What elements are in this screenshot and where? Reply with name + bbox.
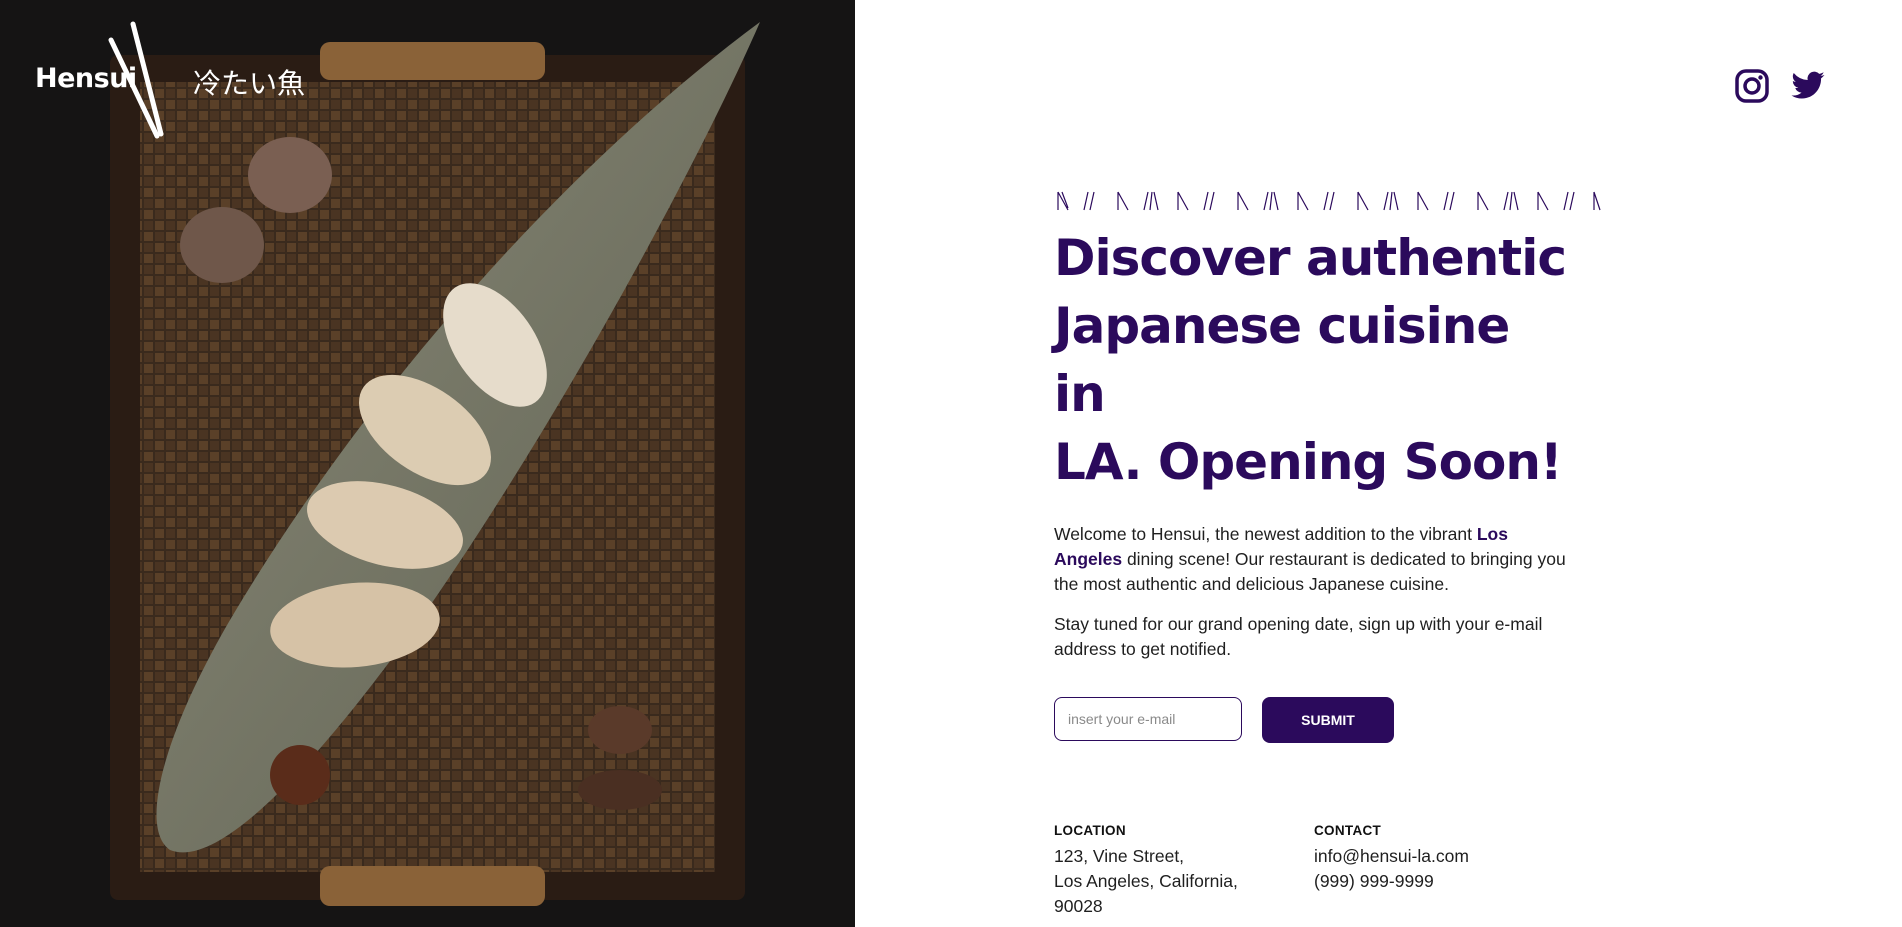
- contact-heading: CONTACT: [1314, 823, 1382, 838]
- signup-paragraph: Stay tuned for our grand opening date, s…: [1054, 614, 1543, 659]
- email-input[interactable]: [1054, 697, 1242, 741]
- address-line: 90028: [1054, 896, 1103, 916]
- twitter-link[interactable]: [1790, 68, 1826, 104]
- social-links: [1734, 68, 1826, 104]
- contact-email[interactable]: info@hensui-la.com: [1314, 844, 1574, 869]
- main-content: Discover authentic Japanese cuisine in L…: [1054, 188, 1601, 919]
- location-block: LOCATION 123, Vine Street, Los Angeles, …: [1054, 823, 1314, 919]
- chopstick-pattern-divider: [1057, 191, 1601, 211]
- address-line: 123, Vine Street,: [1054, 846, 1185, 866]
- instagram-link[interactable]: [1734, 68, 1770, 104]
- submit-button[interactable]: SUBMIT: [1262, 697, 1394, 743]
- headline-line: LA. Opening Soon!: [1054, 433, 1563, 491]
- page-headline: Discover authentic Japanese cuisine in L…: [1054, 224, 1574, 496]
- hero-photo: Hensui 冷たい魚: [0, 0, 855, 927]
- location-heading: LOCATION: [1054, 823, 1126, 838]
- chopsticks-icon: [108, 21, 164, 139]
- signup-form: SUBMIT: [1054, 697, 1574, 743]
- brand-logo[interactable]: Hensui 冷たい魚: [35, 20, 315, 140]
- info-section: LOCATION 123, Vine Street, Los Angeles, …: [1054, 823, 1574, 919]
- intro-text-post: dining scene! Our restaurant is dedicate…: [1054, 549, 1566, 594]
- instagram-icon: [1735, 69, 1769, 103]
- contact-block: CONTACT info@hensui-la.com (999) 999-999…: [1314, 823, 1574, 919]
- contact-phone[interactable]: (999) 999-9999: [1314, 869, 1574, 894]
- twitter-icon: [1791, 71, 1825, 99]
- intro-text-pre: Welcome to Hensui, the newest addition t…: [1054, 524, 1477, 544]
- headline-line: Japanese cuisine in: [1054, 297, 1510, 423]
- intro-paragraph: Welcome to Hensui, the newest addition t…: [1054, 522, 1574, 597]
- brand-tagline-jp: 冷たい魚: [193, 67, 306, 100]
- headline-line: Discover authentic: [1054, 229, 1567, 287]
- address-line: Los Angeles, California,: [1054, 871, 1238, 891]
